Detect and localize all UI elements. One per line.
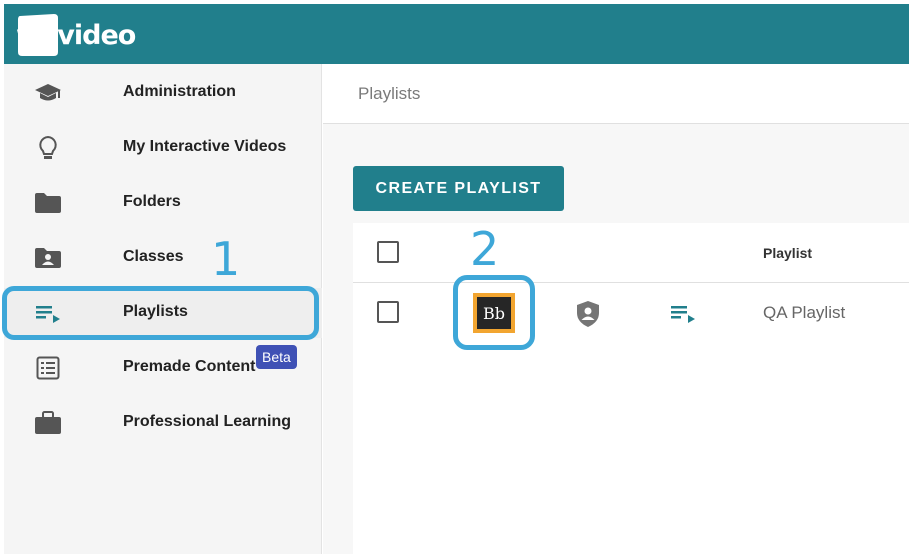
class-folder-icon <box>34 245 62 271</box>
create-playlist-button[interactable]: CREATE PLAYLIST <box>353 166 564 211</box>
annotation-step-2: 2 <box>470 222 500 276</box>
sidebar-item-professional-learning[interactable]: Professional Learning <box>4 398 322 448</box>
app-header: wevideo <box>4 4 909 64</box>
annotation-highlight-playlists <box>2 286 319 340</box>
lightbulb-icon <box>34 135 62 161</box>
playlist-name[interactable]: QA Playlist <box>763 303 845 323</box>
page-title: Playlists <box>358 84 421 103</box>
row-checkbox[interactable] <box>377 301 399 323</box>
main-content: Playlists CREATE PLAYLIST Playlist Bb QA… <box>323 64 909 554</box>
sidebar-item-label: Classes <box>123 248 184 265</box>
sidebar-item-label: Premade Content <box>123 358 256 375</box>
column-header-playlist[interactable]: Playlist <box>763 245 812 261</box>
sidebar-item-classes[interactable]: Classes <box>4 233 322 283</box>
briefcase-icon <box>34 410 62 436</box>
sidebar-item-folders[interactable]: Folders <box>4 178 322 228</box>
sidebar-item-label: Administration <box>123 83 236 100</box>
page-header: Playlists <box>323 64 909 124</box>
sidebar-item-administration[interactable]: Administration <box>4 68 322 118</box>
table-row[interactable]: Bb QA Playlist <box>353 283 909 343</box>
beta-badge: Beta <box>256 345 297 369</box>
sidebar-item-label: Professional Learning <box>123 413 292 430</box>
shield-user-icon[interactable] <box>575 300 601 333</box>
playlist-type-icon <box>669 302 697 329</box>
annotation-highlight-blackboard <box>453 275 535 350</box>
annotation-step-1: 1 <box>211 232 241 286</box>
table-header: Playlist <box>353 223 909 283</box>
playlist-table: Playlist Bb QA Playlist <box>353 223 909 554</box>
graduation-cap-icon <box>34 80 62 106</box>
select-all-checkbox[interactable] <box>377 241 399 263</box>
sidebar-item-label: Folders <box>123 193 181 210</box>
logo-text: wevideo <box>16 20 136 51</box>
folder-icon <box>34 190 62 216</box>
wevideo-logo[interactable]: wevideo <box>16 12 138 58</box>
list-icon <box>34 355 62 381</box>
sidebar-item-my-interactive-videos[interactable]: My Interactive Videos <box>4 123 322 173</box>
sidebar-item-label: My Interactive Videos <box>123 138 287 155</box>
